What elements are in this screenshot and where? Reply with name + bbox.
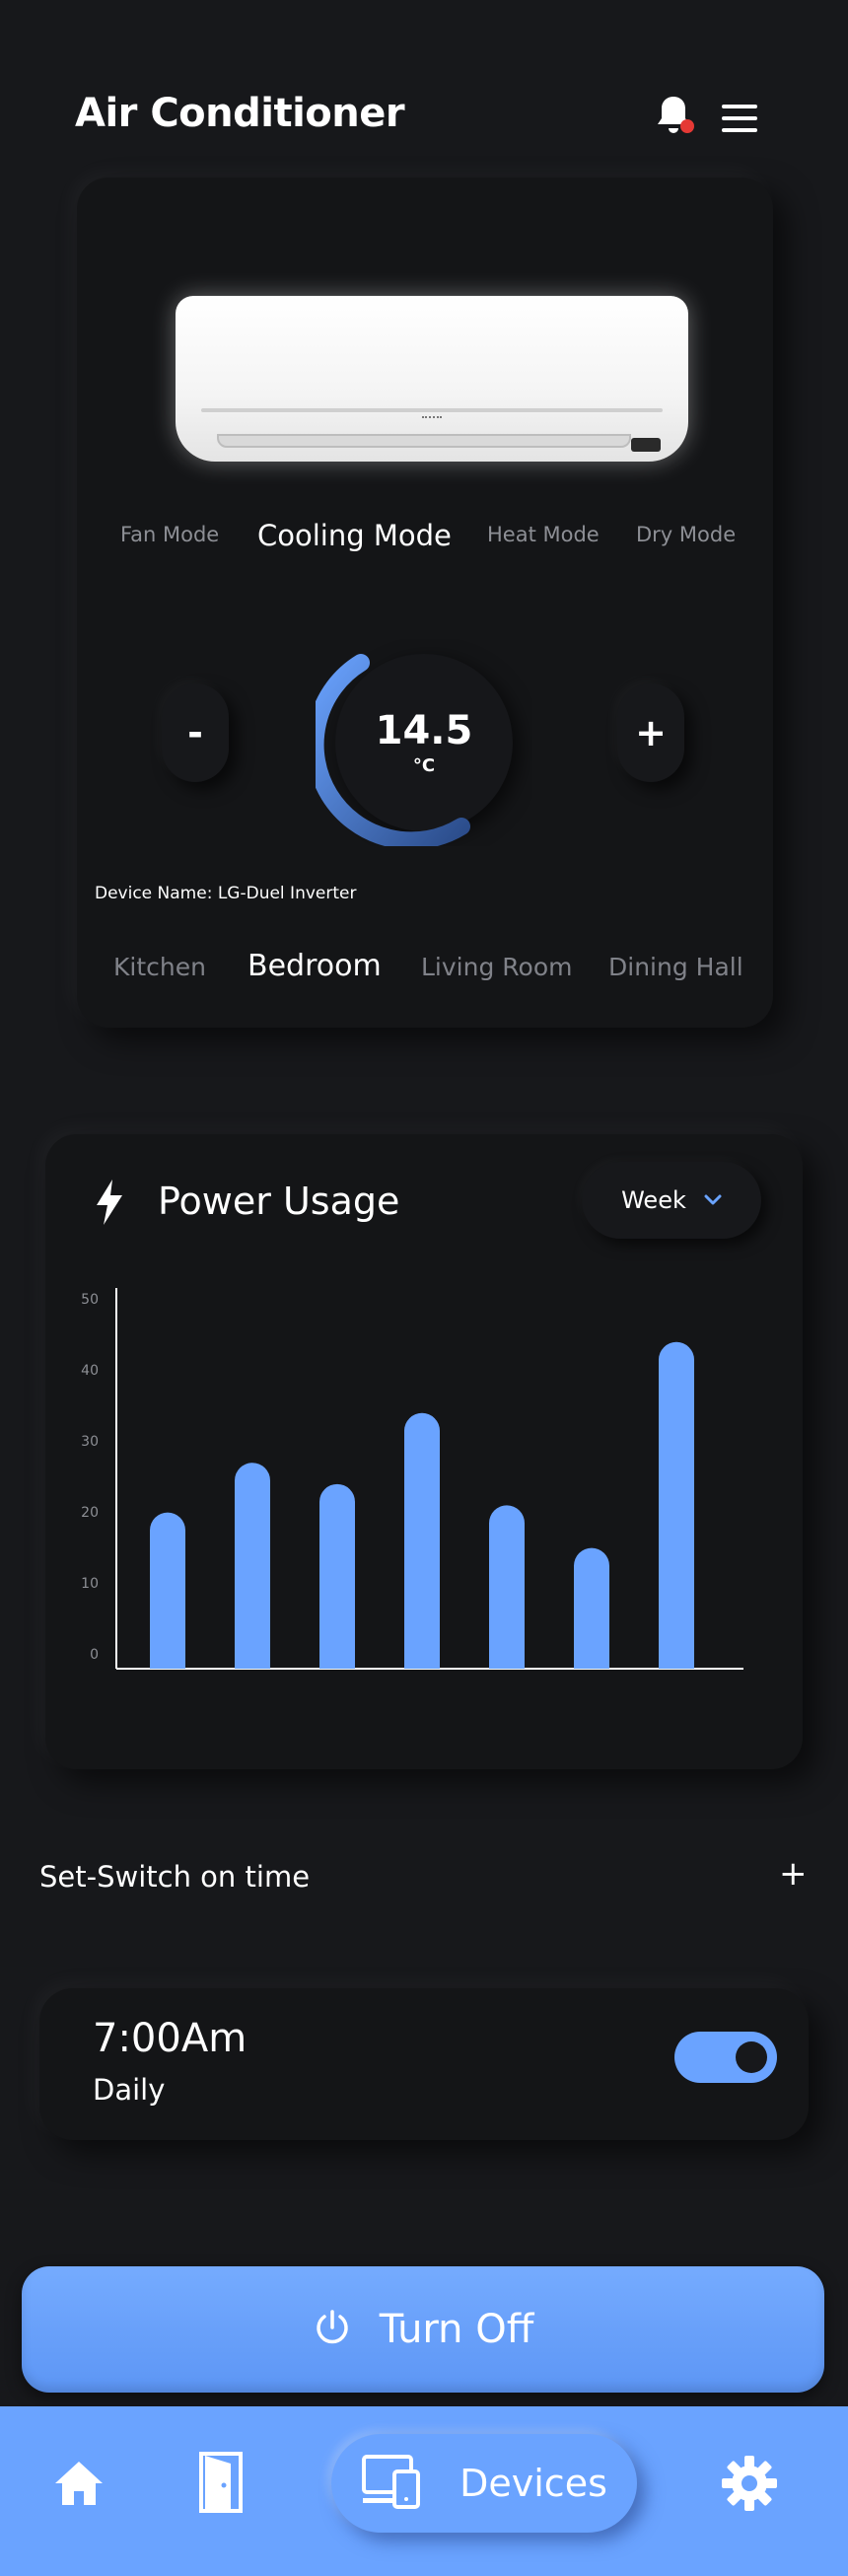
chart-bar [235,1463,270,1669]
room-bedroom[interactable]: Bedroom [247,949,382,983]
schedule-title: Set-Switch on time [39,1860,311,1894]
room-kitchen[interactable]: Kitchen [113,953,206,981]
decrease-temperature-button[interactable]: - [162,683,229,782]
hamburger-menu-icon[interactable] [720,103,759,134]
notification-bell-icon[interactable] [651,93,696,138]
door-icon[interactable] [197,2450,248,2515]
y-tick-label: 50 [81,1292,99,1308]
room-dining-hall[interactable]: Dining Hall [608,953,743,981]
chart-bar [659,1341,694,1669]
chevron-down-icon [704,1191,722,1210]
temperature-value: 14.5 [375,708,473,753]
toggle-knob [736,2041,767,2073]
ac-unit-image [176,296,688,462]
y-tick-label: 0 [90,1647,99,1663]
nav-devices-button[interactable]: Devices [331,2434,637,2533]
y-tick-label: 20 [81,1505,99,1521]
devices-icon [361,2454,424,2513]
chart-bar [319,1483,355,1669]
y-tick-label: 30 [81,1434,99,1450]
device-name: Device Name: LG-Duel Inverter [95,884,357,903]
power-icon [313,2308,352,2351]
increase-temperature-button[interactable]: + [617,683,684,782]
room-living-room[interactable]: Living Room [421,953,572,981]
mode-fan[interactable]: Fan Mode [120,523,219,546]
chart-bar [574,1547,609,1669]
mode-heat[interactable]: Heat Mode [487,523,600,546]
chart-bar [404,1412,440,1669]
temperature-unit: °C [412,755,436,776]
chart-bar [489,1505,525,1669]
add-schedule-button[interactable]: + [779,1854,808,1894]
power-usage-title: Power Usage [158,1180,400,1223]
mode-cooling[interactable]: Cooling Mode [257,519,452,552]
y-tick-label: 10 [81,1576,99,1592]
turn-off-button[interactable]: Turn Off [22,2266,824,2393]
power-usage-chart: 0 10 20 30 40 50 [81,1288,743,1670]
schedule-frequency: Daily [93,2073,166,2107]
page-title: Air Conditioner [75,91,405,136]
turn-off-label: Turn Off [379,2307,534,2352]
period-dropdown[interactable]: Week [582,1162,761,1239]
mode-dry[interactable]: Dry Mode [636,523,736,546]
home-icon[interactable] [51,2456,106,2511]
schedule-time: 7:00Am [93,2016,247,2061]
chart-bar [150,1512,185,1669]
nav-devices-label: Devices [459,2462,607,2505]
lightning-bolt-icon [95,1180,124,1225]
y-tick-label: 40 [81,1363,99,1379]
notification-dot [680,119,694,133]
schedule-toggle[interactable] [674,2032,777,2083]
settings-gear-icon[interactable] [720,2454,779,2513]
period-label: Week [621,1186,686,1214]
